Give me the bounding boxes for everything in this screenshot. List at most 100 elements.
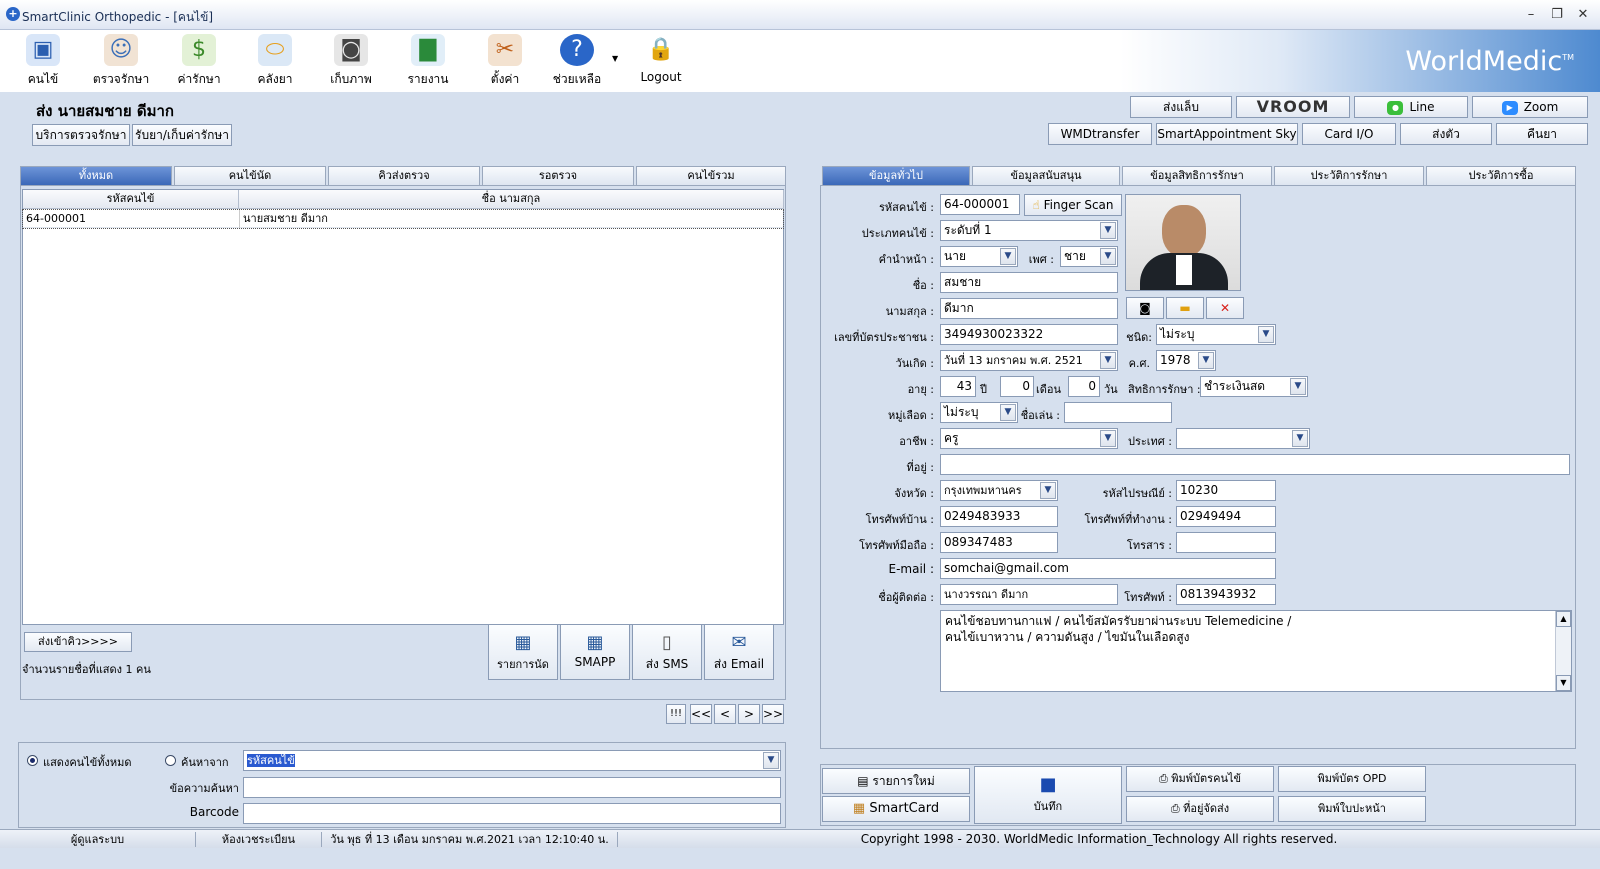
address-field[interactable] [940,454,1570,475]
restore-button[interactable]: ❐ [1546,6,1568,24]
toolbar-treatment[interactable]: ☺ ตรวจรักษา [86,32,156,92]
toolbar-patient[interactable]: ▣ คนไข้ [8,32,78,92]
help-dropdown-arrow-icon[interactable]: ▼ [612,54,618,63]
column-header-hn[interactable]: รหัสคนไข้ [23,190,239,209]
service-button[interactable]: บริการตรวจรักษา [32,124,130,146]
province-select[interactable]: กรุงเทพมหานคร ▼ [940,480,1058,501]
tab-appointments[interactable]: คนไข้นัด [174,166,326,185]
country-select[interactable]: ▼ [1176,428,1310,449]
age-years-field[interactable]: 43 [940,376,976,397]
dispense-button[interactable]: รับยา/เก็บค่ารักษา [132,124,232,146]
delete-photo-button[interactable]: ✕ [1206,297,1244,319]
work-phone-label: โทรศัพท์ที่ทำงาน : [1084,513,1172,526]
scroll-up-icon[interactable]: ▲ [1556,611,1571,627]
type-select[interactable]: ระดับที่ 1 ▼ [940,220,1118,241]
tab-waiting[interactable]: รอตรวจ [482,166,634,185]
appointment-list-button[interactable]: ▦ รายการนัด [488,624,558,680]
toolbar-pharmacy[interactable]: ⬭ คลังยา [240,32,310,92]
pager-last-button[interactable]: >> [762,704,784,724]
send-queue-button[interactable]: ส่งเข้าคิว>>>> [24,632,132,652]
tab-all[interactable]: ทั้งหมด [20,166,172,185]
minimize-button[interactable]: – [1520,6,1542,24]
ce-label: ค.ศ. [1128,357,1150,370]
tab-combined[interactable]: คนไข้รวม [636,166,786,185]
email-field[interactable]: somchai@gmail.com [940,558,1276,579]
smapp-button[interactable]: ▦ SMAPP [560,624,630,680]
show-all-radio[interactable] [27,755,38,766]
tab-purchase-history[interactable]: ประวัติการซื้อ [1426,166,1576,185]
pager-prev-button[interactable]: < [714,704,736,724]
note-textarea[interactable]: คนไข้ชอบทานกาแฟ / คนไข้สมัครรับยาผ่านระบ… [940,610,1572,692]
send-lab-button[interactable]: ส่งแล็บ [1130,96,1232,118]
tab-general[interactable]: ข้อมูลทั่วไป [822,166,970,185]
home-phone-field[interactable]: 0249483933 [940,506,1058,527]
tab-exam-queue[interactable]: คิวส่งตรวจ [328,166,480,185]
toolbar-images[interactable]: ◙ เก็บภาพ [316,32,386,92]
tab-rights[interactable]: ข้อมูลสิทธิการรักษา [1122,166,1272,185]
pager-mark-button[interactable]: !!! [666,704,686,724]
months-label: เดือน [1036,383,1062,396]
search-by-radio[interactable] [165,755,176,766]
sex-select[interactable]: ชาย ▼ [1060,246,1118,267]
hn-field[interactable]: 64-000001 [940,194,1020,215]
contact-phone-field[interactable]: 0813943932 [1176,584,1276,605]
toolbar-reports[interactable]: ▇ รายงาน [393,32,463,92]
zip-field[interactable]: 10230 [1176,480,1276,501]
nickname-field[interactable] [1064,402,1172,423]
age-months-field[interactable]: 0 [1000,376,1034,397]
refer-button[interactable]: ส่งตัว [1400,123,1492,145]
table-row[interactable]: 64-000001 นายสมชาย ดีมาก [22,209,784,229]
line-button[interactable]: ● Line [1354,96,1468,118]
save-button[interactable]: ■ บันทึก [974,766,1122,824]
right-select[interactable]: ชำระเงินสด ▼ [1200,376,1308,397]
search-text-label: ข้อความค้นหา [169,782,239,795]
prefix-select[interactable]: นาย ▼ [940,246,1018,267]
note-scrollbar[interactable]: ▲ ▼ [1555,611,1571,691]
fax-field[interactable] [1176,532,1276,553]
new-record-button[interactable]: ▤ รายการใหม่ [822,768,970,794]
scroll-down-icon[interactable]: ▼ [1556,675,1571,691]
idcard-field[interactable]: 3494930023322 [940,324,1118,345]
toolbar-help[interactable]: ? ช่วยเหลือ [542,32,612,92]
idtype-select[interactable]: ไม่ระบุ ▼ [1156,324,1276,345]
tab-support[interactable]: ข้อมูลสนับสนุน [972,166,1120,185]
search-by-select[interactable]: รหัสคนไข้ ▼ [243,750,781,771]
lname-field[interactable]: ดีมาก [940,298,1118,319]
toolbar-logout[interactable]: 🔒 Logout [626,32,696,92]
age-days-field[interactable]: 0 [1068,376,1100,397]
toolbar-fee[interactable]: $ ค่ารักษา [164,32,234,92]
smartcard-button[interactable]: ▦ SmartCard [822,796,970,822]
send-email-button[interactable]: ✉ ส่ง Email [704,624,774,680]
open-folder-button[interactable]: ▬ [1166,297,1204,319]
contact-field[interactable]: นางวรรณา ดีมาก [940,584,1118,605]
work-phone-field[interactable]: 02949494 [1176,506,1276,527]
dob-field[interactable]: วันที่ 13 มกราคม พ.ศ. 2521 ▼ [940,350,1118,371]
toolbar-settings[interactable]: ✂ ตั้งค่า [470,32,540,92]
column-header-name[interactable]: ชื่อ นามสกุล [239,190,784,209]
smartappointment-button[interactable]: SmartAppointment Sky [1156,123,1298,145]
wmdtransfer-button[interactable]: WMDtransfer [1048,123,1152,145]
card-io-button[interactable]: Card I/O [1302,123,1396,145]
camera-button[interactable]: ◙ [1126,297,1164,319]
print-card-button[interactable]: ⎙ พิมพ์บัตรคนไข้ [1126,766,1274,792]
print-opd-button[interactable]: พิมพ์บัตร OPD [1278,766,1426,792]
job-select[interactable]: ครู ▼ [940,428,1118,449]
search-text-input[interactable] [243,777,781,798]
address-label-button[interactable]: ⎙ ที่อยู่จัดส่ง [1126,796,1274,822]
finger-scan-button[interactable]: ☝ Finger Scan [1024,194,1122,216]
barcode-input[interactable] [243,803,781,824]
note-line: คนไข้ชอบทานกาแฟ / คนไข้สมัครรับยาผ่านระบ… [945,614,1292,628]
pager-next-button[interactable]: > [738,704,760,724]
zoom-button[interactable]: ▶ Zoom [1472,96,1588,118]
pager-first-button[interactable]: << [690,704,712,724]
fname-field[interactable]: สมชาย [940,272,1118,293]
close-button[interactable]: ✕ [1572,6,1594,24]
print-cover-button[interactable]: พิมพ์ใบปะหน้า [1278,796,1426,822]
ce-year-select[interactable]: 1978 ▼ [1156,350,1216,371]
return-drug-button[interactable]: คืนยา [1496,123,1588,145]
vroom-button[interactable]: VROOM [1236,96,1350,118]
blood-select[interactable]: ไม่ระบุ ▼ [940,402,1018,423]
mobile-field[interactable]: 089347483 [940,532,1058,553]
tab-treatment-history[interactable]: ประวัติการรักษา [1274,166,1424,185]
send-sms-button[interactable]: ▯ ส่ง SMS [632,624,702,680]
